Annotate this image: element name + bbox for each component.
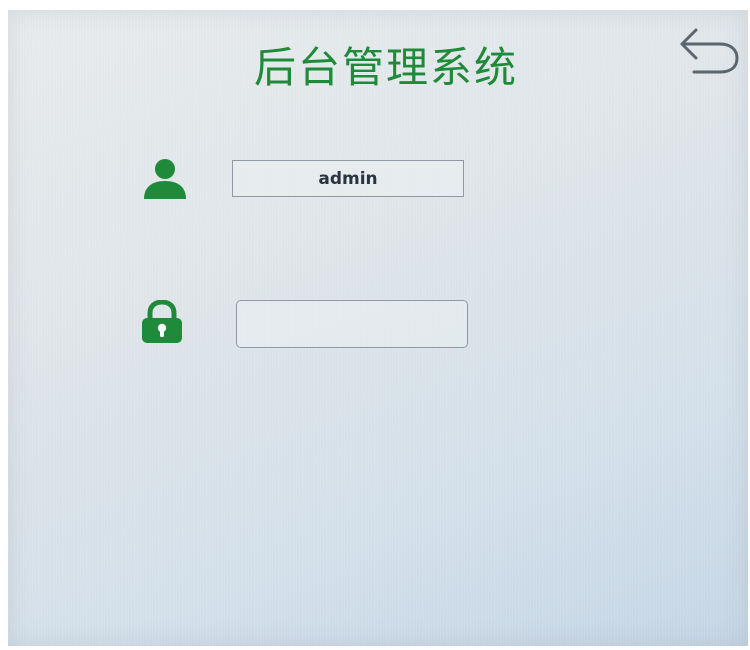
back-button[interactable] — [674, 20, 746, 80]
back-arrow-icon — [680, 28, 739, 74]
lock-icon — [142, 300, 182, 343]
login-screen: 后台管理系统 — [8, 10, 748, 646]
page-title: 后台管理系统 — [253, 43, 518, 92]
password-input[interactable] — [236, 300, 468, 348]
user-icon — [144, 159, 186, 199]
username-input[interactable] — [232, 160, 464, 197]
